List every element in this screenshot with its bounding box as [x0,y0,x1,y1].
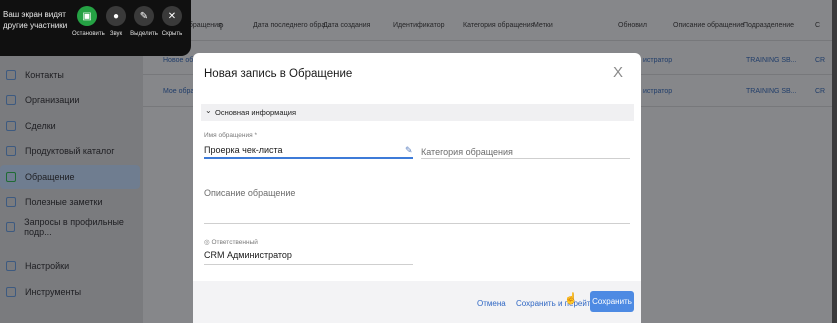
requests-icon [6,172,16,182]
table-cell: TRAINING SB... [746,57,797,64]
share-status-text: Ваш экран видят другие участники [3,10,68,30]
sidebar-item-contacts[interactable]: Контакты [0,63,140,87]
sidebar-item-label: Организации [25,95,80,105]
table-cell: СR [815,88,826,95]
contacts-icon [6,70,16,80]
cancel-button[interactable]: Отмена [477,299,506,308]
sidebar-item-notes[interactable]: Полезные заметки [0,190,140,214]
organizations-icon [6,95,16,105]
notes-icon [6,197,16,207]
sound-button[interactable]: ● Звук [101,6,131,37]
sidebar-item-label: Продуктовый каталог [25,146,115,156]
new-request-modal: Новая запись в Обращение X ⌄ Основная ин… [193,53,641,323]
close-icon[interactable]: X [613,64,623,81]
deals-icon [6,121,16,131]
sidebar-item-catalog[interactable]: Продуктовый каталог [0,139,140,163]
hide-icon: ✕ [162,6,182,26]
description-field[interactable]: Описание обращение [204,188,295,198]
column-header[interactable]: Категория обращения [463,22,535,29]
sidebar-item-requests[interactable]: Обращение [0,165,140,189]
modal-title: Новая запись в Обращение [204,68,353,80]
sidebar-item-label: Сделки [25,121,56,131]
section-label: Основная информация [215,108,297,117]
highlight-pen-icon: ✎ [134,6,154,26]
responsible-field-underline [204,264,413,265]
sidebar-item-label: Контакты [25,70,64,80]
table-cell: истратор [643,57,673,64]
save-button[interactable]: Сохранить [590,291,634,312]
table-row-name[interactable]: Новое обр [163,57,197,64]
sidebar-item-label: Инструменты [25,287,82,297]
sidebar-item-settings[interactable]: Настройки [0,254,140,278]
screen-share-panel: Ваш экран видят другие участники ▣ Остан… [0,0,191,56]
hide-button[interactable]: ✕ Скрыть [157,6,187,37]
table-cell: истратор [643,88,673,95]
category-field-underline [421,158,630,159]
divider [143,40,837,41]
column-header[interactable]: С [815,22,820,29]
catalog-icon [6,146,16,156]
pencil-icon[interactable]: ✎ [405,145,413,156]
name-field-label: Имя обращения * [204,132,257,139]
login-icon [6,222,16,232]
column-header[interactable]: Дата создания [323,22,370,29]
save-and-open-button[interactable]: Сохранить и перейти [516,299,595,308]
modal-footer: Отмена Сохранить и перейти Сохранить ☝ [193,281,641,323]
pin-icon[interactable]: ⚲ [218,22,224,31]
user-icon: ◎ [204,239,210,246]
sidebar-item-label: Запросы в профильные подр... [24,217,124,237]
settings-icon [6,261,16,271]
chevron-down-icon: ⌄ [205,106,212,115]
mouse-cursor-icon: ☝ [564,293,578,305]
window-edge [832,0,837,323]
sidebar-item-organizations[interactable]: Организации [0,88,140,112]
table-cell: TRAINING SB... [746,88,797,95]
sidebar-item-label: Обращение [25,172,75,182]
description-field-underline [204,223,630,224]
sidebar-item-tools[interactable]: Инструменты [0,280,140,304]
highlight-button[interactable]: ✎ Выделить [129,6,159,37]
microphone-icon: ● [106,6,126,26]
stop-share-button[interactable]: ▣ Остановить [72,6,105,37]
stop-share-icon: ▣ [77,6,97,26]
name-field[interactable]: Проерка чек-листа [204,145,283,155]
column-header[interactable]: Обновил [618,22,647,29]
column-header[interactable]: Подразделение [743,22,794,29]
section-header[interactable]: ⌄ Основная информация [201,104,634,121]
column-header[interactable]: Метки [533,22,553,29]
sidebar-item-dept-requests[interactable]: Запросы в профильные подр... [0,215,140,239]
tools-icon [6,287,16,297]
sidebar-item-label: Полезные заметки [25,197,103,207]
responsible-field-label: ◎ Ответственный [204,239,258,246]
name-field-underline [204,157,413,159]
column-header[interactable]: Дата последнего обра... [253,22,331,29]
category-field[interactable]: Категория обращения [421,147,513,157]
column-header[interactable]: Идентификатор [393,22,445,29]
sidebar-item-deals[interactable]: Сделки [0,114,140,138]
column-header[interactable]: Описание обращение [673,22,744,29]
table-cell: СR [815,57,826,64]
sidebar-item-label: Настройки [25,261,70,271]
responsible-field[interactable]: CRM Администратор [204,250,292,260]
